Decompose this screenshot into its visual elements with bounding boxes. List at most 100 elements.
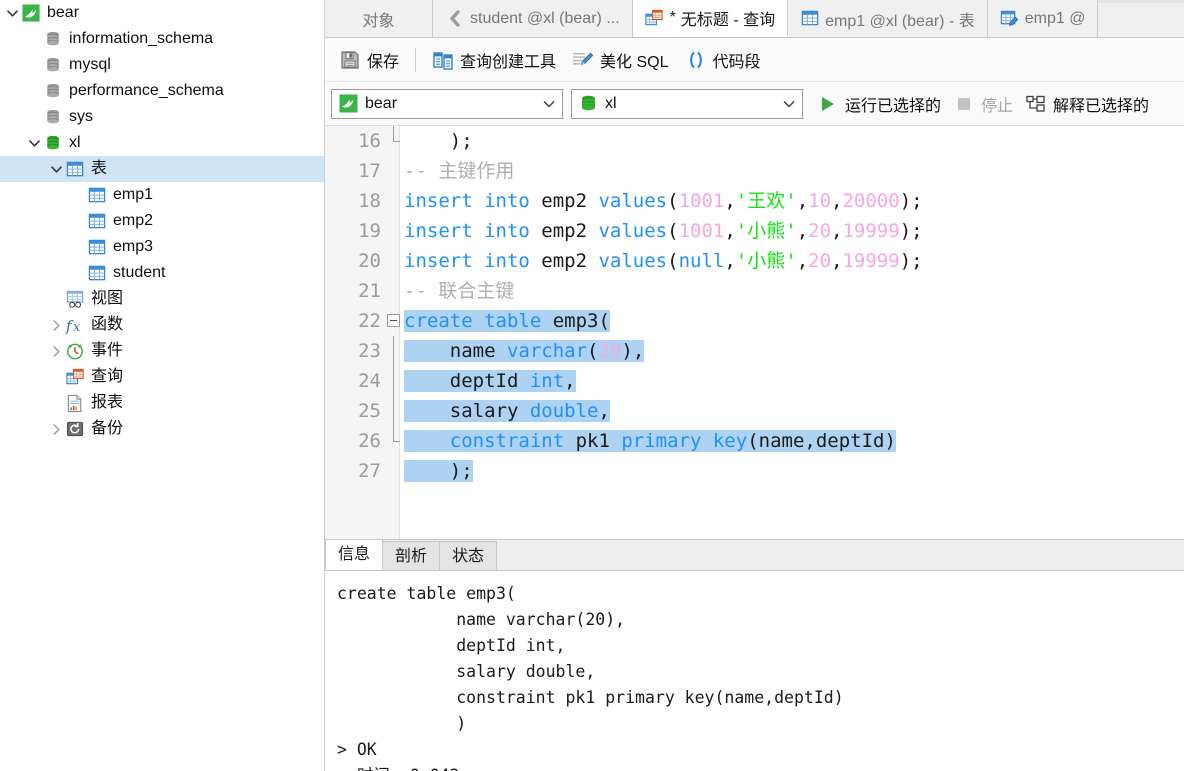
code-line-21[interactable]: 21 -- 联合主键 [325, 276, 1184, 306]
navicat-window: bear information_schema mysql performanc… [0, 0, 1184, 771]
explain-icon [1025, 93, 1047, 115]
code-line-19[interactable]: 19 insert into emp2 values(1001,'小熊',20,1… [325, 216, 1184, 246]
explain-selected-label: 解释已选择的 [1053, 97, 1150, 115]
tree-item-xl[interactable]: xl [0, 130, 324, 156]
tree-item-视图[interactable]: 视图 [0, 286, 324, 312]
code-line-23[interactable]: 23 name varchar(20), [325, 336, 1184, 366]
code-text: -- 联合主键 [404, 280, 515, 302]
tree-item-emp3[interactable]: emp3 [0, 234, 324, 260]
explain-selected-button[interactable]: 解释已选择的 [1019, 88, 1155, 120]
editor-tab-bar[interactable]: 对象 student @xl (bear) ... * 无标题 - 查询 emp1 … [325, 0, 1184, 38]
fold-toggle-icon[interactable] [385, 306, 400, 336]
code-snippet-button[interactable]: 代码段 [677, 43, 769, 77]
tree-item-表[interactable]: 表 [0, 156, 324, 182]
sql-code-area[interactable]: 16 ); 17 -- 主键作用 18 insert into emp2 values(… [325, 126, 1184, 486]
editor-tab-1[interactable]: student @xl (bear) ... [433, 0, 633, 37]
tree-item-performance_schema[interactable]: performance_schema [0, 78, 324, 104]
query-toolbar[interactable]: 保存 查询创建工具 美化 SQL 代码段 [325, 38, 1184, 82]
fold-guide [385, 216, 400, 246]
twisty-placeholder [26, 78, 42, 104]
tree-item-emp1[interactable]: emp1 [0, 182, 324, 208]
toolbar-separator-1 [415, 47, 417, 72]
result-tab-2[interactable]: 状态 [439, 541, 498, 570]
line-number: 26 [358, 430, 381, 452]
code-text: insert into emp2 values(null,'小熊',20,199… [404, 250, 923, 272]
object-tree-sidebar[interactable]: bear information_schema mysql performanc… [0, 0, 325, 771]
code-line-27[interactable]: 27 ); [325, 456, 1184, 486]
tree-item-查询[interactable]: 查询 [0, 364, 324, 390]
code-line-22[interactable]: 22 create table emp3( [325, 306, 1184, 336]
chevron-right-icon[interactable] [48, 416, 64, 442]
table-icon [86, 262, 108, 284]
code-line-16[interactable]: 16 ); [325, 126, 1184, 156]
query-execution-toolbar[interactable]: bear xl 运行已选择的 停止 解释已选择的 [325, 82, 1184, 126]
line-number: 17 [358, 160, 381, 182]
chevron-down-icon[interactable] [780, 90, 798, 118]
tree-item-information_schema[interactable]: information_schema [0, 26, 324, 52]
tree-item-事件[interactable]: 事件 [0, 338, 324, 364]
stop-button[interactable]: 停止 [947, 88, 1019, 120]
line-number: 18 [358, 190, 381, 212]
table-icon [800, 9, 820, 29]
result-output: create table emp3( name varchar(20), dep… [325, 571, 1184, 771]
editor-tab-label: 对象 [362, 12, 395, 30]
connection-select[interactable]: bear [331, 88, 563, 119]
code-line-18[interactable]: 18 insert into emp2 values(1001,'王欢',10,2… [325, 186, 1184, 216]
sql-editor[interactable]: 16 ); 17 -- 主键作用 18 insert into emp2 values(… [325, 126, 1184, 539]
backup-icon [64, 418, 86, 440]
chevron-down-icon[interactable] [4, 0, 20, 26]
chevron-down-icon[interactable] [540, 90, 558, 118]
tree-item-label: 备份 [91, 420, 124, 437]
result-tab-bar[interactable]: 信息 剖析 状态 [325, 539, 1184, 571]
editor-tab-0[interactable]: 对象 [325, 0, 433, 37]
editor-tab-2[interactable]: * 无标题 - 查询 [632, 0, 789, 37]
tree-item-备份[interactable]: 备份 [0, 416, 324, 442]
code-line-25[interactable]: 25 salary double, [325, 396, 1184, 426]
result-tab-1[interactable]: 剖析 [382, 541, 441, 570]
editor-tab-label: emp1 @ [1024, 9, 1086, 27]
tree-item-函数[interactable]: f x 函数 [0, 312, 324, 338]
twisty-placeholder [48, 286, 64, 312]
chevron-right-icon[interactable] [48, 312, 64, 338]
query-icon [645, 8, 665, 28]
code-line-24[interactable]: 24 deptId int, [325, 366, 1184, 396]
twisty-placeholder [70, 208, 86, 234]
twisty-placeholder [26, 52, 42, 78]
editor-tab-4[interactable]: emp1 @ [987, 0, 1099, 37]
query-icon [64, 366, 86, 388]
beautify-sql-button[interactable]: 美化 SQL [564, 43, 676, 77]
code-line-20[interactable]: 20 insert into emp2 values(null,'小熊',20,1… [325, 246, 1184, 276]
result-panel: 信息 剖析 状态 create table emp3( name varchar(2… [325, 539, 1184, 771]
query-builder-button[interactable]: 查询创建工具 [424, 43, 564, 77]
connection-icon [337, 93, 359, 115]
line-number: 19 [358, 220, 381, 242]
code-line-17[interactable]: 17 -- 主键作用 [325, 156, 1184, 186]
run-selected-button[interactable]: 运行已选择的 [811, 88, 947, 120]
chevron-down-icon[interactable] [48, 156, 64, 182]
tree-item-bear[interactable]: bear [0, 0, 324, 26]
line-number: 25 [358, 400, 381, 422]
fold-guide [385, 186, 400, 216]
tree-item-sys[interactable]: sys [0, 104, 324, 130]
tree-item-student[interactable]: student [0, 260, 324, 286]
save-button[interactable]: 保存 [331, 43, 407, 77]
main-pane: 对象 student @xl (bear) ... * 无标题 - 查询 emp1 … [325, 0, 1184, 771]
editor-tab-3[interactable]: emp1 @xl (bear) - 表 [788, 0, 988, 37]
code-line-26[interactable]: 26 constraint pk1 primary key(name,deptI… [325, 426, 1184, 456]
result-tab-0[interactable]: 信息 [325, 539, 384, 570]
tree-item-emp2[interactable]: emp2 [0, 208, 324, 234]
play-icon [817, 93, 839, 115]
chevron-right-icon[interactable] [48, 338, 64, 364]
twisty-placeholder [70, 260, 86, 286]
chevron-left-icon [445, 9, 465, 29]
chevron-down-icon[interactable] [26, 130, 42, 156]
tree-item-label: xl [69, 134, 81, 151]
tree-item-报表[interactable]: 报表 [0, 390, 324, 416]
tree-item-mysql[interactable]: mysql [0, 52, 324, 78]
report-icon [64, 392, 86, 414]
code-text: insert into emp2 values(1001,'小熊',20,199… [404, 220, 923, 242]
database-select[interactable]: xl [571, 88, 803, 119]
fold-guide [385, 246, 400, 276]
save-label: 保存 [367, 53, 400, 71]
line-number: 27 [358, 460, 381, 482]
